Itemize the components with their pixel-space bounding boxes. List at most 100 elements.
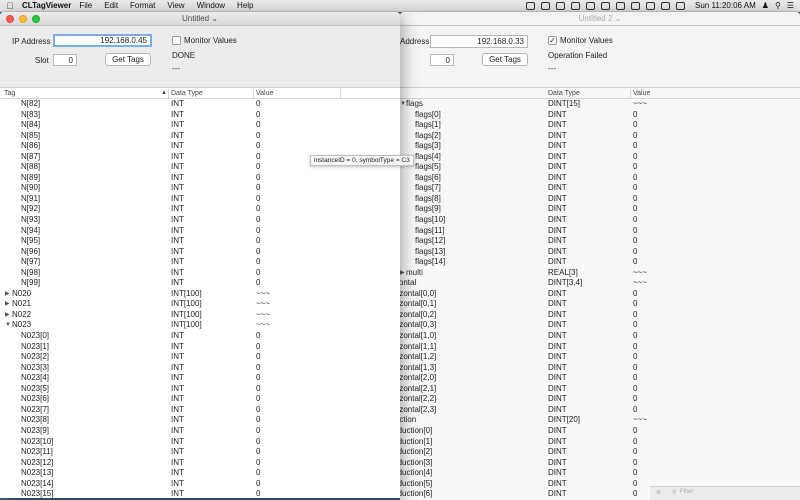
table-row[interactable]: oduction DINT[20] ~~~ [400, 415, 800, 426]
table-row[interactable]: flags[14] DINT 0 [400, 257, 800, 268]
slot-field[interactable]: 0 [53, 54, 77, 66]
table-row[interactable]: N023[12] INT 0 [0, 458, 400, 469]
battery-icon[interactable] [676, 1, 685, 10]
table-row[interactable]: N023[1] INT 0 [0, 342, 400, 353]
table-row[interactable]: N[98] INT 0 [0, 268, 400, 279]
cast-icon[interactable] [601, 1, 610, 10]
menubar-clock[interactable]: Sun 11:20:06 AM [695, 1, 756, 10]
table-row[interactable]: N[93] INT 0 [0, 215, 400, 226]
disclosure-expanded-icon[interactable]: ▼ [5, 320, 11, 331]
table-row[interactable]: ▶ multi REAL[3] ~~~ [400, 268, 800, 279]
table-row[interactable]: N[89] INT 0 [0, 173, 400, 184]
table-row[interactable]: N[94] INT 0 [0, 226, 400, 237]
chat-icon[interactable] [586, 1, 595, 10]
table-row[interactable]: ▶ N021 INT[100] ~~~ [0, 299, 400, 310]
add-icon[interactable]: ⊕ [656, 489, 661, 496]
title-chevron-icon[interactable]: ⌄ [211, 14, 218, 23]
column-data-type[interactable]: Data Type [548, 90, 580, 97]
table-row[interactable]: N023[7] INT 0 [0, 405, 400, 416]
spotlight-icon[interactable]: ⚲ [775, 1, 781, 10]
column-value[interactable]: Value [256, 90, 273, 97]
sort-ascending-icon[interactable]: ▲ [161, 90, 167, 96]
table-row[interactable]: flags[12] DINT 0 [400, 236, 800, 247]
table-row[interactable]: flags[10] DINT 0 [400, 215, 800, 226]
table-row[interactable]: N[84] INT 0 [0, 120, 400, 131]
table-row[interactable]: N023[6] INT 0 [0, 394, 400, 405]
table-row[interactable]: horizontal[1,1] DINT 0 [400, 342, 800, 353]
table-row[interactable]: production[3] DINT 0 [400, 458, 800, 469]
table-row[interactable]: N023[8] INT 0 [0, 415, 400, 426]
table-row[interactable]: horizontal[0,3] DINT 0 [400, 320, 800, 331]
column-value[interactable]: Value [633, 90, 650, 97]
table-row[interactable]: flags[2] DINT 0 [400, 131, 800, 142]
table-row[interactable]: N[96] INT 0 [0, 247, 400, 258]
table-row[interactable]: N[97] INT 0 [0, 257, 400, 268]
monitor-values-checkbox[interactable] [172, 36, 181, 45]
table-row[interactable]: flags[6] DINT 0 [400, 173, 800, 184]
table-row[interactable]: production[1] DINT 0 [400, 437, 800, 448]
table-row[interactable]: flags[13] DINT 0 [400, 247, 800, 258]
table-row[interactable]: ▼ flags DINT[15] ~~~ [400, 99, 800, 110]
menu-edit[interactable]: Edit [104, 1, 118, 10]
menu-app-name[interactable]: CLTagViewer [22, 1, 71, 10]
table-row[interactable]: flags[5] DINT 0 [400, 162, 800, 173]
table-row[interactable]: N023[14] INT 0 [0, 479, 400, 490]
get-tags-button[interactable]: Get Tags [482, 53, 528, 66]
table-row[interactable]: horizontal[2,3] DINT 0 [400, 405, 800, 416]
table-row[interactable]: N[99] INT 0 [0, 278, 400, 289]
table-row[interactable]: N[82] INT 0 [0, 99, 400, 110]
table-row[interactable]: flags[7] DINT 0 [400, 183, 800, 194]
table-row[interactable]: horizontal[0,1] DINT 0 [400, 299, 800, 310]
disclosure-collapsed-icon[interactable]: ▶ [5, 289, 10, 300]
table-row[interactable]: N023[9] INT 0 [0, 426, 400, 437]
column-data-type[interactable]: Data Type [171, 90, 203, 97]
get-tags-button[interactable]: Get Tags [105, 53, 151, 66]
monitor-values-checkbox[interactable]: ✓ [548, 36, 557, 45]
table-row[interactable]: N023[13] INT 0 [0, 468, 400, 479]
wifi-icon[interactable] [646, 1, 655, 10]
table-row[interactable]: ▶ N022 INT[100] ~~~ [0, 310, 400, 321]
disclosure-collapsed-icon[interactable]: ▶ [5, 299, 10, 310]
menu-format[interactable]: Format [130, 1, 155, 10]
table-row[interactable]: flags[0] DINT 0 [400, 110, 800, 121]
copy-icon[interactable] [541, 1, 550, 10]
window-1-titlebar[interactable]: Untitled ⌄ [0, 12, 400, 26]
table-row[interactable]: flags[3] DINT 0 [400, 141, 800, 152]
table-row[interactable]: N[83] INT 0 [0, 110, 400, 121]
window-2-titlebar[interactable]: Untitled 2 ⌄ [400, 12, 800, 26]
crop-icon[interactable] [571, 1, 580, 10]
table-row[interactable]: horizontal[2,0] DINT 0 [400, 373, 800, 384]
table-row[interactable]: horizontal[1,3] DINT 0 [400, 363, 800, 374]
table-row[interactable]: horizontal[1,2] DINT 0 [400, 352, 800, 363]
table-row[interactable]: flags[9] DINT 0 [400, 204, 800, 215]
close-button[interactable] [6, 15, 14, 23]
user-icon[interactable]: ♟ [762, 1, 769, 10]
table-row[interactable]: N023[3] INT 0 [0, 363, 400, 374]
disclosure-collapsed-icon[interactable]: ▶ [5, 310, 10, 321]
ip-address-field[interactable]: 192.168.0.33 [430, 35, 528, 48]
menu-help[interactable]: Help [237, 1, 253, 10]
table-row[interactable]: flags[1] DINT 0 [400, 120, 800, 131]
table-row[interactable]: orizontal DINT[3,4] ~~~ [400, 278, 800, 289]
menu-file[interactable]: File [79, 1, 92, 10]
table-row[interactable]: N023[2] INT 0 [0, 352, 400, 363]
menu-view[interactable]: View [167, 1, 184, 10]
ip-address-field[interactable]: 192.168.0.45 [53, 34, 152, 47]
table-row[interactable]: flags[4] DINT 0 [400, 152, 800, 163]
table-row[interactable]: N[86] INT 0 [0, 141, 400, 152]
table-row[interactable]: N023[10] INT 0 [0, 437, 400, 448]
slot-field[interactable]: 0 [430, 54, 454, 66]
disclosure-collapsed-icon[interactable]: ▶ [400, 268, 405, 279]
column-tag[interactable]: Tag [4, 90, 15, 97]
table-row[interactable]: horizontal[0,2] DINT 0 [400, 310, 800, 321]
table-row[interactable]: horizontal[1,0] DINT 0 [400, 331, 800, 342]
menu-window[interactable]: Window [197, 1, 225, 10]
table-row[interactable]: ▼ N023 INT[100] ~~~ [0, 320, 400, 331]
adobe-icon[interactable] [556, 1, 565, 10]
app-store-icon[interactable] [526, 1, 535, 10]
time-machine-icon[interactable] [631, 1, 640, 10]
zoom-button[interactable] [32, 15, 40, 23]
table-row[interactable]: N023[0] INT 0 [0, 331, 400, 342]
minimize-button[interactable] [19, 15, 27, 23]
table-row[interactable]: N[90] INT 0 [0, 183, 400, 194]
